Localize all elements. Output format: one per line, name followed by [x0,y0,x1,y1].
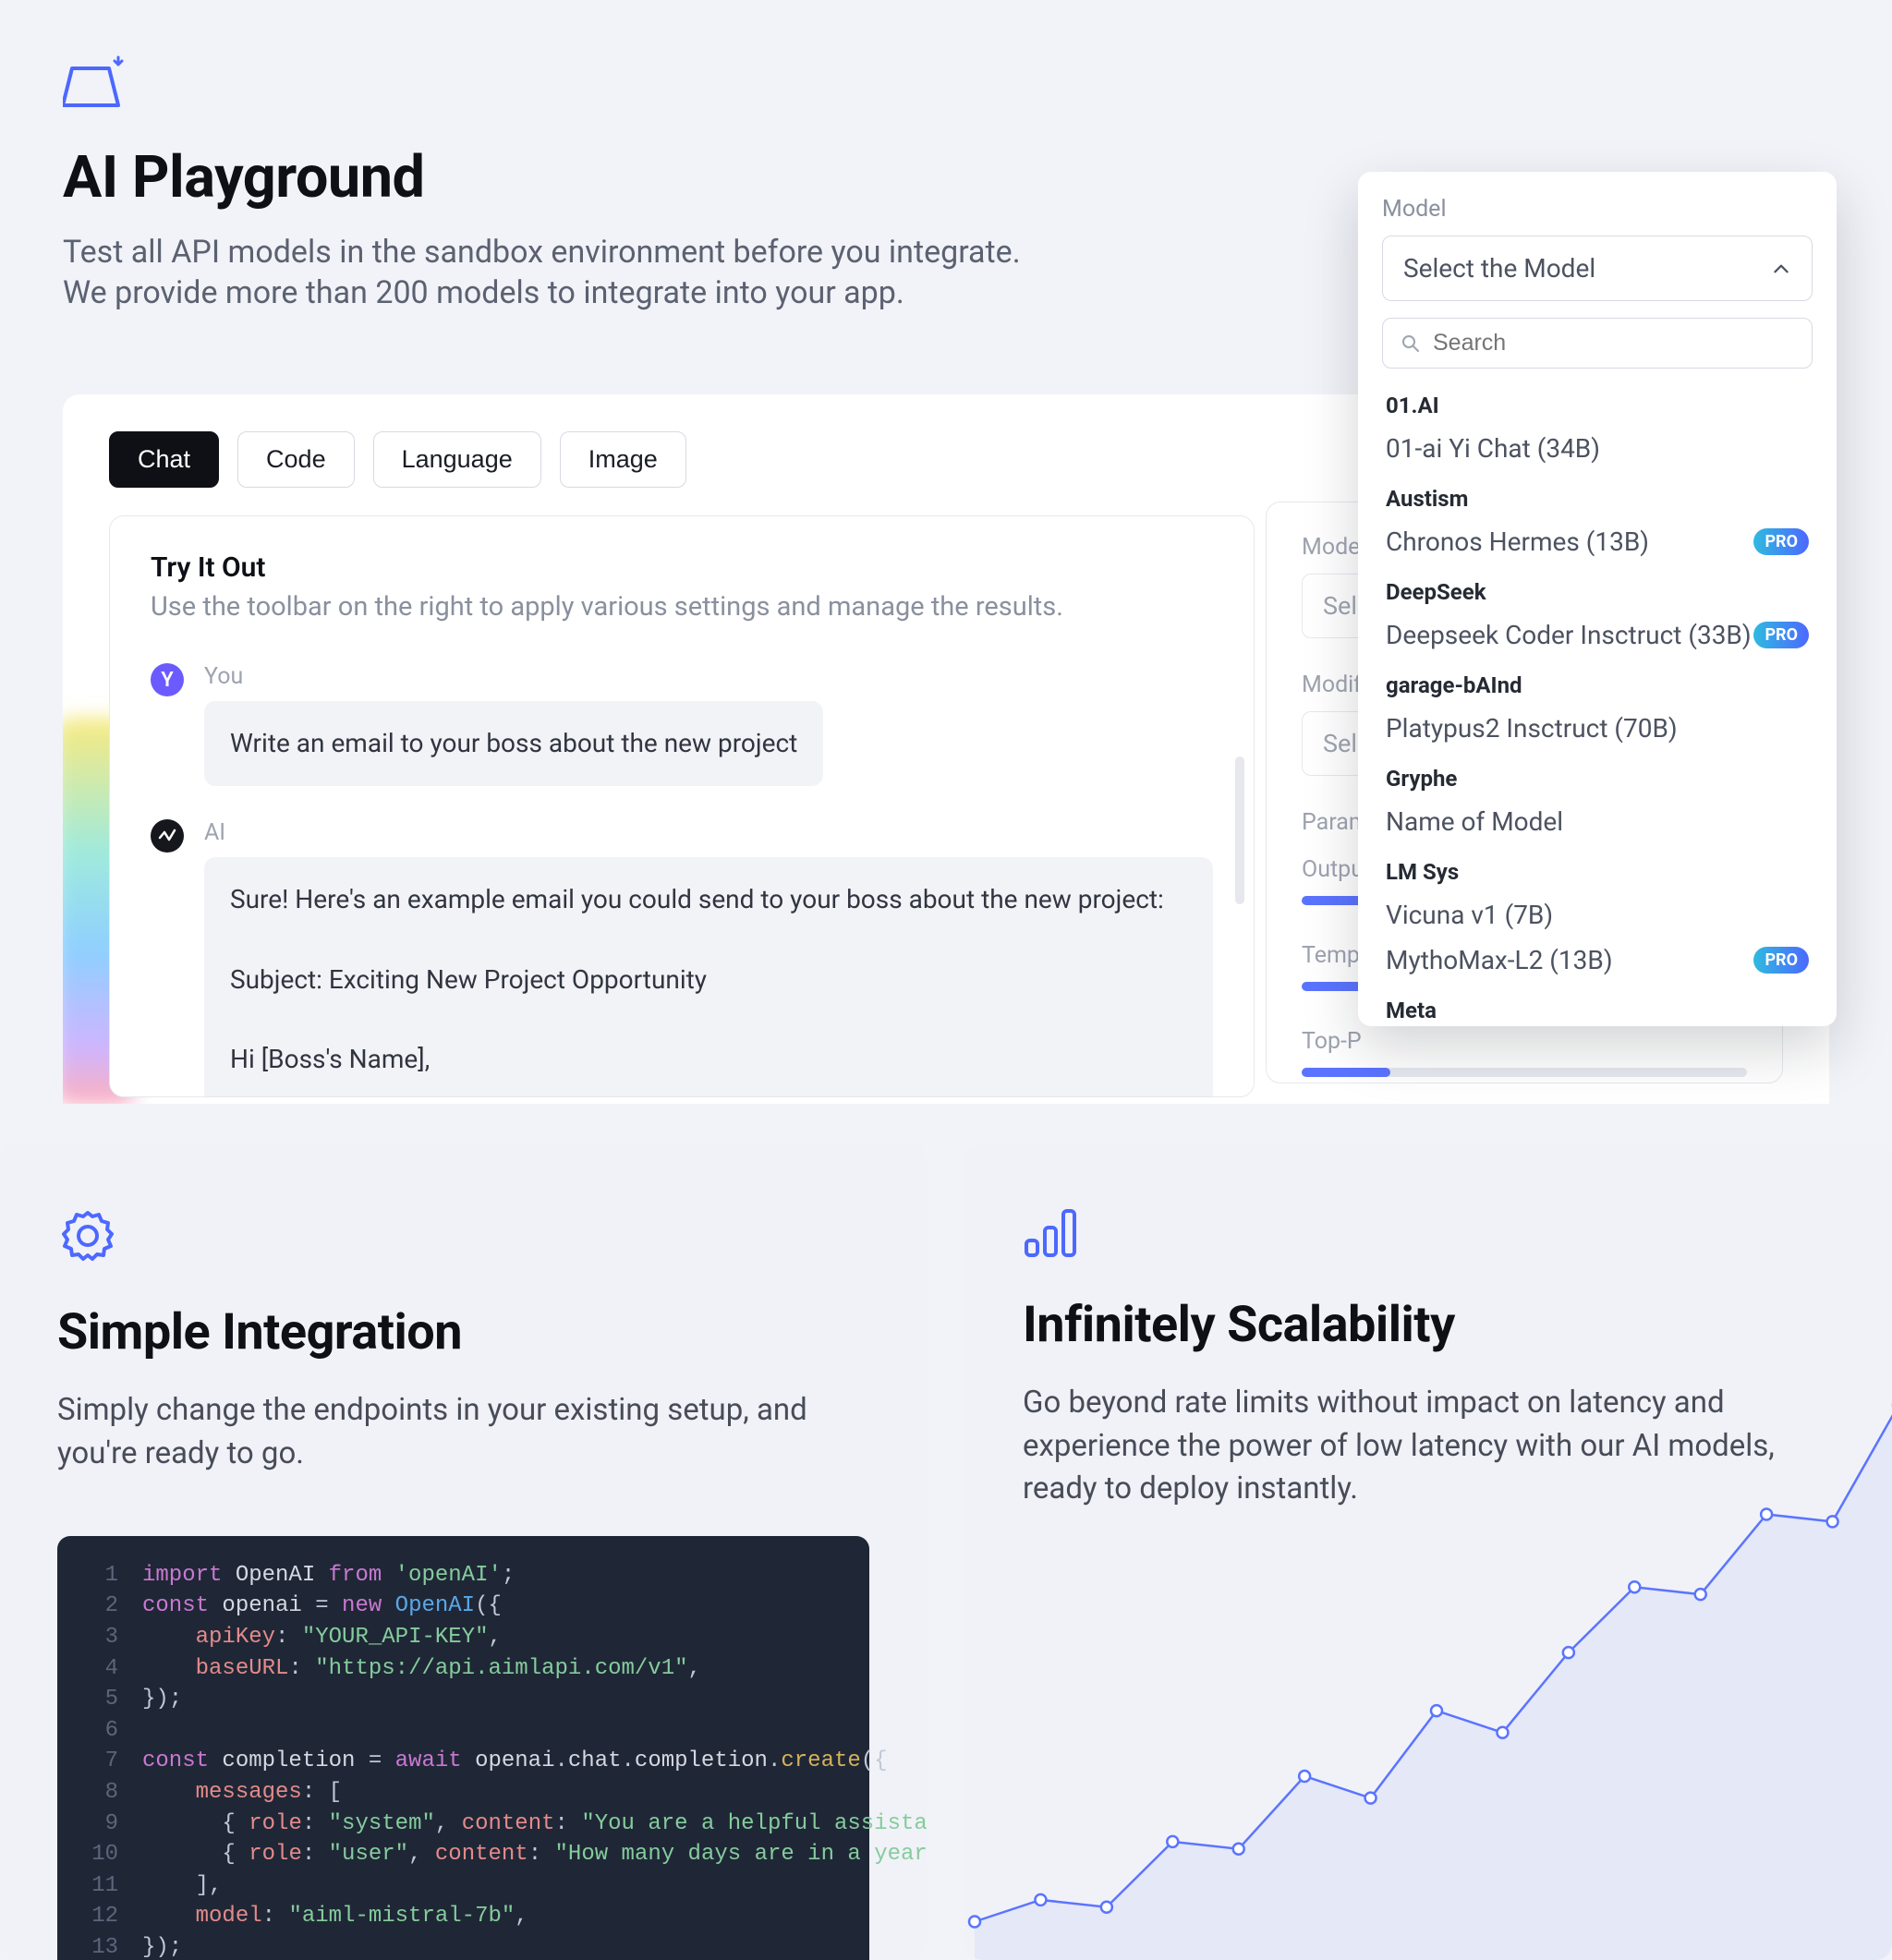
model-dropdown-label: Model [1382,196,1813,223]
model-option[interactable]: Vicuna v1 (7B) [1386,894,1809,939]
model-option[interactable]: Deepseek Coder Insctruct (33B)PRO [1386,614,1809,659]
model-group-title: LM Sys [1386,859,1809,885]
tab-image[interactable]: Image [560,431,686,488]
model-group-title: 01.AI [1386,393,1809,418]
simple-integration-title: Simple Integration [57,1303,869,1361]
model-dropdown-panel: Model Select the Model 01.AI 01-ai Yi Cha… [1358,172,1837,1026]
simple-integration-card: Simple Integration Simply change the end… [0,1143,927,1960]
tab-code[interactable]: Code [237,431,355,488]
model-option-label: Platypus2 Insctruct (70B) [1386,713,1678,744]
ai-message-row: AI Sure! Here's an example email you cou… [151,819,1213,1098]
simple-integration-subtitle: Simply change the endpoints in your exis… [57,1389,869,1474]
model-option-label: MythoMax-L2 (13B) [1386,945,1613,975]
ai-avatar [151,819,184,853]
user-message-row: Y You Write an email to your boss about … [151,663,1213,785]
chat-scrollbar[interactable] [1235,756,1244,904]
user-avatar: Y [151,663,184,696]
ai-message-bubble: Sure! Here's an example email you could … [204,857,1213,1098]
model-option-label: 01-ai Yi Chat (34B) [1386,433,1600,464]
top-p-slider[interactable] [1302,1068,1747,1077]
tab-chat[interactable]: Chat [109,431,219,488]
tab-language[interactable]: Language [373,431,541,488]
pro-badge: PRO [1753,622,1809,648]
try-subtitle: Use the toolbar on the right to apply va… [151,591,1213,623]
ai-label: AI [204,819,1213,846]
model-group-title: Austism [1386,486,1809,512]
playground-icon [63,55,1829,118]
infinitely-scalability-card: Infinitely Scalability Go beyond rate li… [965,1143,1892,1960]
model-group-title: Meta [1386,998,1809,1023]
scalability-chart [965,1360,1892,1960]
chevron-up-icon [1771,259,1791,279]
model-group-title: Gryphe [1386,766,1809,792]
model-option[interactable]: Name of Model [1386,801,1809,846]
top-p-label: Top-P [1302,1028,1747,1055]
model-option-label: Deepseek Coder Insctruct (33B) [1386,620,1752,650]
model-option-label: Vicuna v1 (7B) [1386,900,1553,930]
pro-badge: PRO [1753,947,1809,974]
model-option-label: Chronos Hermes (13B) [1386,526,1649,557]
user-message-bubble: Write an email to your boss about the ne… [204,701,823,785]
model-option[interactable]: Platypus2 Insctruct (70B) [1386,708,1809,753]
gear-icon [57,1205,869,1270]
try-title: Try It Out [151,551,1213,584]
model-select-trigger[interactable]: Select the Model [1382,236,1813,301]
search-icon [1400,333,1422,355]
model-option[interactable]: MythoMax-L2 (13B) PRO [1386,939,1809,985]
code-sample: 1import OpenAI from 'openAI';2const open… [57,1536,869,1960]
pro-badge: PRO [1753,528,1809,555]
try-it-out-card: Try It Out Use the toolbar on the right … [109,515,1255,1097]
model-option[interactable]: 01-ai Yi Chat (34B) [1386,428,1809,473]
model-group-title: garage-bAInd [1386,672,1809,698]
model-search-input[interactable] [1433,330,1795,357]
user-label: You [204,663,1213,690]
model-option[interactable]: Chronos Hermes (13B) PRO [1386,521,1809,566]
scalability-title: Infinitely Scalability [1023,1296,1835,1354]
bars-icon [1023,1205,1835,1263]
model-option-label: Name of Model [1386,806,1563,837]
model-list: 01.AI 01-ai Yi Chat (34B) Austism Chronos H… [1382,380,1813,1026]
model-search-field[interactable] [1382,318,1813,369]
model-group-title: DeepSeek [1386,579,1809,605]
